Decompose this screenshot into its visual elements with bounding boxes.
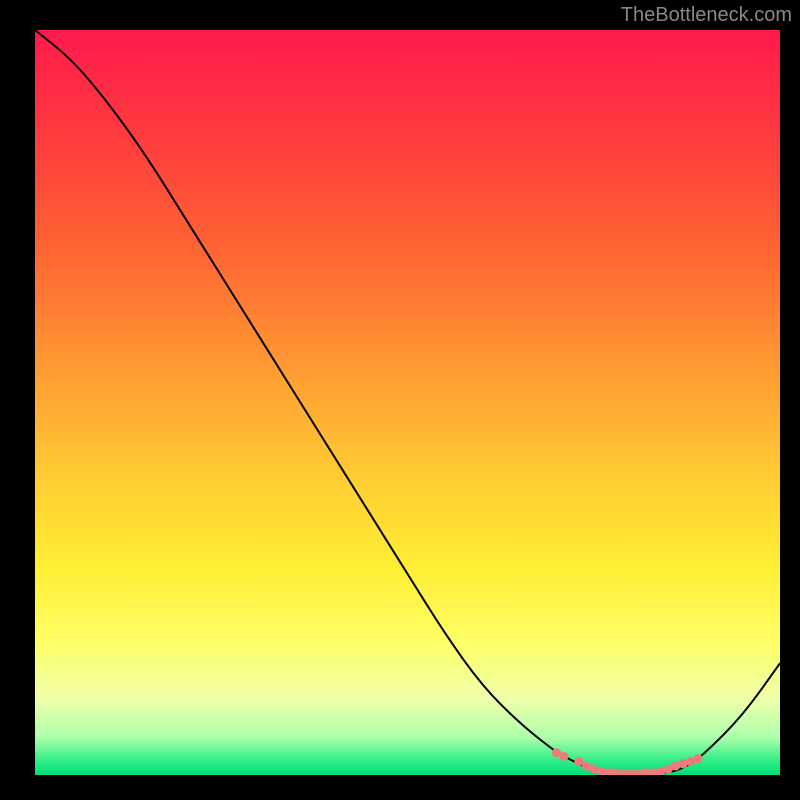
chart-container bbox=[35, 30, 780, 775]
bottleneck-curve bbox=[35, 30, 780, 774]
marker-dot bbox=[694, 754, 703, 763]
marker-dot bbox=[559, 752, 568, 761]
watermark-text: TheBottleneck.com bbox=[621, 4, 792, 27]
data-markers bbox=[552, 748, 703, 775]
curve-overlay bbox=[35, 30, 780, 775]
